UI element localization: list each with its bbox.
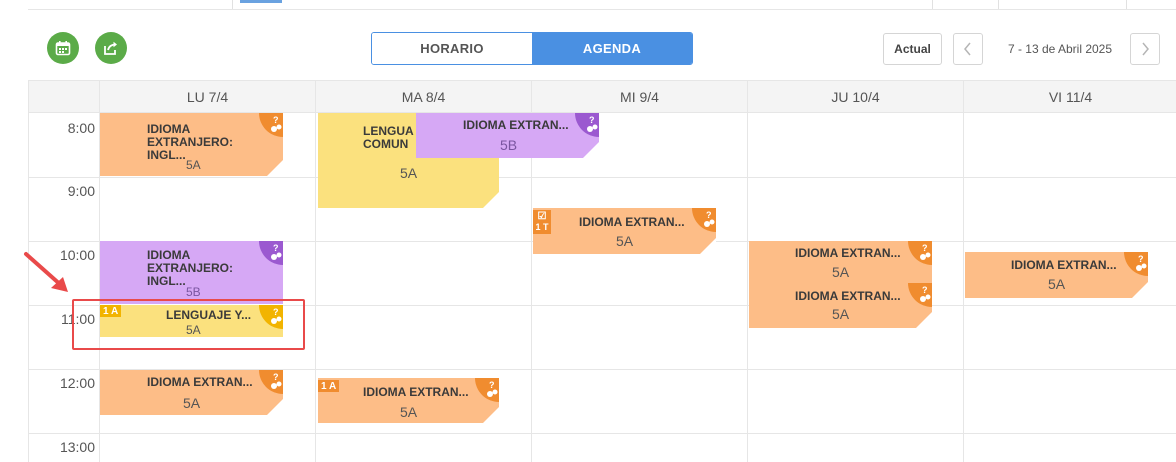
event-card[interactable]: IDIOMA EXTRANJERO: INGL... 5B ? <box>100 241 283 304</box>
day-header-ma[interactable]: MA 8/4 <box>315 80 531 113</box>
svg-text:?: ? <box>922 243 928 253</box>
info-badge-icon: ? <box>259 370 283 394</box>
tab-indicator <box>240 0 282 3</box>
event-card[interactable]: IDIOMA EXTRANJERO: INGL... 5A ? <box>100 113 283 176</box>
event-title: IDIOMA EXTRAN... <box>579 215 685 229</box>
info-badge-icon: ? <box>259 241 283 265</box>
event-card[interactable]: IDIOMA EXTRAN... 5A ? <box>965 252 1148 298</box>
event-title: IDIOMA EXTRAN... <box>795 289 901 303</box>
page-fold-icon <box>700 238 716 254</box>
today-button[interactable]: Actual <box>883 33 942 65</box>
svg-text:?: ? <box>273 243 279 253</box>
event-title: LENGUA COMUN <box>363 124 414 151</box>
event-group: 5A <box>183 395 201 411</box>
time-label-13: 13:00 <box>59 439 95 455</box>
event-title: IDIOMA EXTRAN... <box>1011 258 1117 272</box>
event-group: 5A <box>616 233 634 249</box>
view-toggle: HORARIO AGENDA <box>371 32 693 65</box>
event-title: IDIOMA EXTRANJERO: INGL... <box>147 248 234 288</box>
info-badge-icon: ? <box>692 208 716 232</box>
page-fold-icon <box>483 407 499 423</box>
info-badge-icon: ? <box>908 241 932 265</box>
event-tag-label: 1 T <box>535 222 549 232</box>
day-header-lu[interactable]: LU 7/4 <box>99 80 315 113</box>
page-fold-icon <box>267 160 283 176</box>
view-agenda-option[interactable]: AGENDA <box>532 33 692 64</box>
page-fold-icon <box>916 312 932 328</box>
page-fold-icon <box>267 399 283 415</box>
event-tag: ☑ 1 T <box>533 210 551 234</box>
page-fold-icon <box>1132 282 1148 298</box>
event-title: IDIOMA EXTRAN... <box>147 375 253 389</box>
event-group: 5A <box>186 158 201 172</box>
checkbox-icon: ☑ <box>537 211 547 222</box>
event-group: 5B <box>500 137 518 153</box>
event-tag: 1 A <box>318 380 340 392</box>
svg-text:?: ? <box>273 372 279 382</box>
chevron-left-icon <box>964 42 971 56</box>
page-fold-icon <box>583 142 599 158</box>
annotation-highlight-box <box>72 299 305 350</box>
event-card[interactable]: IDIOMA EXTRAN... 5A IDIOMA EXTRAN... 5A … <box>749 241 932 328</box>
event-title: IDIOMA EXTRAN... <box>795 246 901 260</box>
time-label-9: 9:00 <box>67 183 95 199</box>
event-title: IDIOMA EXTRAN... <box>463 118 569 132</box>
event-title: IDIOMA EXTRANJERO: INGL... <box>147 122 234 162</box>
info-badge-icon: ? <box>1124 252 1148 276</box>
next-week-button[interactable] <box>1130 33 1160 65</box>
info-badge-icon: ? <box>575 113 599 137</box>
top-strip <box>0 0 1176 10</box>
event-group: 5A <box>400 404 418 420</box>
event-title: IDIOMA EXTRAN... <box>363 385 469 399</box>
svg-text:?: ? <box>489 380 495 390</box>
info-badge-icon: ? <box>259 113 283 137</box>
info-badge-icon: ? <box>908 283 932 307</box>
chevron-right-icon <box>1142 42 1149 56</box>
day-header-mi[interactable]: MI 9/4 <box>531 80 747 113</box>
event-group: 5A <box>832 306 850 322</box>
share-icon <box>104 41 117 55</box>
svg-text:?: ? <box>589 115 595 125</box>
calendar-toolbar: HORARIO AGENDA Actual 7 - 13 de Abril 20… <box>28 20 1176 80</box>
day-header-vi[interactable]: VI 11/4 <box>963 80 1176 113</box>
svg-text:?: ? <box>922 285 928 295</box>
event-group: 5A <box>832 264 850 280</box>
calendar-icon <box>55 41 71 56</box>
event-card[interactable]: ☑ 1 T IDIOMA EXTRAN... 5A ? <box>533 208 716 254</box>
view-horario-option[interactable]: HORARIO <box>372 33 532 64</box>
event-group: 5A <box>400 165 418 181</box>
share-button[interactable] <box>95 32 127 64</box>
event-card[interactable]: 1 A IDIOMA EXTRAN... 5A ? <box>318 378 499 423</box>
date-range-label: 7 - 13 de Abril 2025 <box>1007 42 1113 56</box>
page-fold-icon <box>483 192 499 208</box>
svg-text:?: ? <box>273 115 279 125</box>
svg-text:?: ? <box>706 210 712 220</box>
event-group: 5A <box>1048 276 1066 292</box>
time-label-12: 12:00 <box>59 375 95 391</box>
event-card[interactable]: IDIOMA EXTRAN... 5A ? <box>100 370 283 415</box>
annotation-arrow-icon <box>24 252 68 292</box>
svg-text:?: ? <box>1138 254 1144 264</box>
calendar-button[interactable] <box>47 32 79 64</box>
event-card[interactable]: IDIOMA EXTRAN... 5B ? <box>416 113 599 158</box>
day-header-ju[interactable]: JU 10/4 <box>747 80 963 113</box>
time-column-header <box>29 80 99 113</box>
event-group: 5B <box>186 285 201 299</box>
info-badge-icon: ? <box>475 378 499 402</box>
time-label-8: 8:00 <box>67 120 95 136</box>
previous-week-button[interactable] <box>953 33 983 65</box>
